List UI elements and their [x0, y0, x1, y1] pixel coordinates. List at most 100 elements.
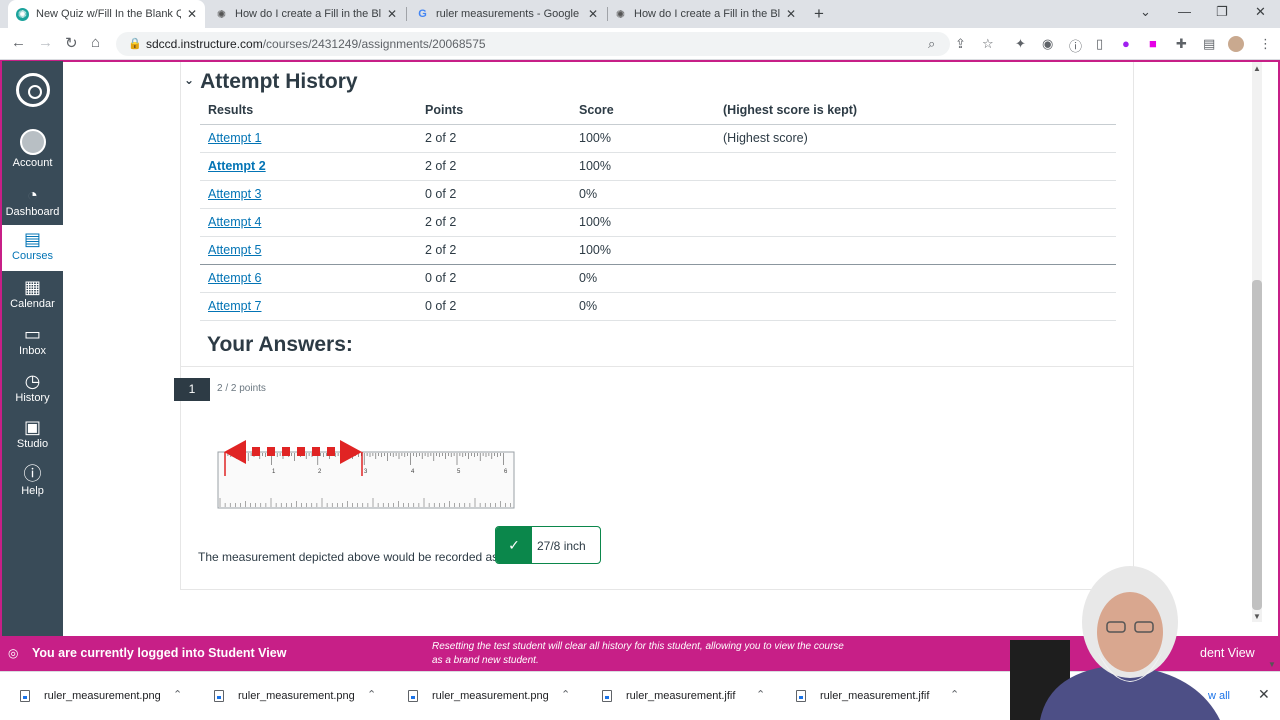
your-answers-heading: Your Answers: [207, 333, 353, 356]
extension-icon[interactable]: ▯ [1096, 36, 1103, 52]
close-icon[interactable]: ✕ [786, 7, 796, 21]
studio-icon: ▣ [23, 417, 41, 437]
restore-icon[interactable]: ❐ [1216, 4, 1228, 20]
gnav-help[interactable]: ⓘ Help [2, 460, 63, 506]
column-header-highest-kept: (Highest score is kept) [715, 97, 1116, 125]
score-cell: 100% [571, 124, 715, 153]
attempt-2-link[interactable]: Attempt 2 [208, 159, 266, 173]
note-cell [715, 180, 1116, 209]
score-cell: 0% [571, 292, 715, 321]
gnav-account[interactable]: Account [2, 127, 63, 175]
close-icon[interactable]: ✕ [1258, 686, 1270, 703]
gnav-studio[interactable]: ▣ Studio [2, 413, 63, 459]
tab-google-search[interactable]: G ruler measurements - Google Se ✕ [408, 0, 606, 28]
column-header-score: Score [571, 97, 715, 125]
canvas-icon: ✺ [16, 7, 29, 21]
minimize-icon[interactable]: — [1178, 4, 1191, 19]
chevron-down-icon[interactable]: ⌄ [184, 73, 194, 87]
scroll-down-icon[interactable]: ▼ [1253, 612, 1261, 621]
points-cell: 0 of 2 [417, 264, 571, 293]
menu-kebab-icon[interactable]: ⋮ [1259, 36, 1272, 52]
address-bar[interactable]: 🔒 sdccd.instructure.com/courses/2431249/… [116, 32, 950, 56]
tab-fill-blank-help-2[interactable]: ✺ How do I create a Fill in the Blank ✕ [606, 0, 804, 28]
attempt-4-link[interactable]: Attempt 4 [208, 215, 262, 229]
score-cell: 100% [571, 208, 715, 237]
note-cell [715, 152, 1116, 181]
table-row: Attempt 7 0 of 2 0% [200, 292, 1116, 321]
tab-search-chevron-icon[interactable]: ⌄ [1140, 4, 1151, 20]
attempt-1-link[interactable]: Attempt 1 [208, 131, 262, 145]
extension-icon[interactable]: ■ [1149, 36, 1157, 51]
canvas-icon: ✺ [615, 8, 626, 21]
chevron-up-icon[interactable]: ⌃ [950, 688, 959, 701]
attempt-history-title: Attempt History [200, 70, 358, 93]
download-item[interactable]: ruler_measurement.jfif [602, 690, 735, 702]
attempt-5-link[interactable]: Attempt 5 [208, 243, 262, 257]
attempt-6-link[interactable]: Attempt 6 [208, 271, 262, 285]
gnav-dashboard[interactable]: ◔ Dashboard [2, 181, 63, 227]
bookmark-star-icon[interactable]: ☆ [982, 36, 994, 52]
download-item[interactable]: ruler_measurement.png [214, 690, 355, 702]
gnav-courses[interactable]: ▤ Courses [2, 225, 63, 271]
global-navigation: Account ◔ Dashboard ▤ Courses ▦ Calendar… [2, 61, 63, 636]
chevron-up-icon[interactable]: ⌃ [756, 688, 765, 701]
tab-separator [406, 7, 407, 21]
new-tab-icon[interactable]: + [814, 4, 824, 24]
back-icon[interactable]: ← [11, 34, 26, 51]
close-icon[interactable]: ✕ [588, 7, 598, 21]
table-row: Attempt 4 2 of 2 100% [200, 208, 1116, 237]
profile-avatar[interactable] [1228, 36, 1244, 52]
scroll-down-icon[interactable]: ▼ [1268, 660, 1276, 669]
tab-fill-blank-help[interactable]: ✺ How do I create a Fill in the Blank ✕ [207, 0, 405, 28]
attempt-7-link[interactable]: Attempt 7 [208, 299, 262, 313]
share-icon[interactable]: ⇪ [955, 36, 966, 52]
score-cell: 0% [571, 180, 715, 209]
points-cell: 2 of 2 [417, 236, 571, 265]
note-cell [715, 208, 1116, 237]
extension-icon[interactable]: ✦ [1015, 36, 1026, 52]
extension-icon[interactable]: ● [1122, 36, 1130, 51]
attempt-history-heading[interactable]: ⌄ Attempt History [184, 70, 358, 94]
canvas-logo-icon[interactable] [16, 73, 50, 107]
zoom-icon[interactable]: ⌕ [928, 36, 935, 52]
home-icon[interactable]: ⌂ [91, 34, 100, 51]
reload-icon[interactable]: ↻ [65, 34, 78, 52]
chevron-up-icon[interactable]: ⌃ [561, 688, 570, 701]
scroll-up-icon[interactable]: ▲ [1253, 64, 1261, 73]
gnav-history[interactable]: ◷ History [2, 367, 63, 413]
gnav-label: Account [12, 157, 53, 169]
url-text: sdccd.instructure.com/courses/2431249/as… [146, 37, 486, 51]
attempt-3-link[interactable]: Attempt 3 [208, 187, 262, 201]
window-close-icon[interactable]: ✕ [1255, 4, 1266, 20]
browser-tab-bar: ✺ New Quiz w/Fill In the Blank Que ✕ ✺ H… [0, 0, 1280, 28]
gnav-label: Calendar [10, 298, 55, 310]
close-icon[interactable]: ✕ [387, 7, 397, 21]
forward-icon[interactable]: → [38, 34, 53, 51]
download-item[interactable]: ruler_measurement.jfif [796, 690, 929, 702]
tab-title: ruler measurements - Google Se [436, 8, 582, 20]
chevron-up-icon[interactable]: ⌃ [173, 688, 182, 701]
avatar-icon [19, 129, 46, 155]
download-item[interactable]: ruler_measurement.png [20, 690, 161, 702]
courses-icon: ▤ [23, 229, 41, 249]
close-icon[interactable]: ✕ [187, 7, 197, 21]
note-cell [715, 264, 1116, 293]
download-filename: ruler_measurement.png [44, 690, 161, 702]
score-cell: 100% [571, 236, 715, 265]
extension-icon[interactable]: ⓘ [1069, 36, 1082, 55]
extensions-puzzle-icon[interactable]: ✚ [1176, 36, 1187, 52]
column-header-points: Points [417, 97, 571, 125]
side-panel-icon[interactable]: ▤ [1203, 36, 1215, 52]
gnav-calendar[interactable]: ▦ Calendar [2, 273, 63, 319]
tab-active-quiz[interactable]: ✺ New Quiz w/Fill In the Blank Que ✕ [8, 0, 205, 28]
column-header-results: Results [200, 97, 417, 125]
chevron-up-icon[interactable]: ⌃ [367, 688, 376, 701]
webcam-overlay [1010, 566, 1220, 720]
points-cell: 0 of 2 [417, 292, 571, 321]
page-scrollbar-thumb[interactable] [1252, 280, 1262, 610]
download-item[interactable]: ruler_measurement.png [408, 690, 549, 702]
gnav-label: Dashboard [5, 206, 60, 218]
extension-icon[interactable]: ◉ [1042, 36, 1053, 52]
gnav-inbox[interactable]: ▭ Inbox [2, 320, 63, 366]
browser-toolbar: ← → ↻ ⌂ 🔒 sdccd.instructure.com/courses/… [0, 28, 1280, 60]
